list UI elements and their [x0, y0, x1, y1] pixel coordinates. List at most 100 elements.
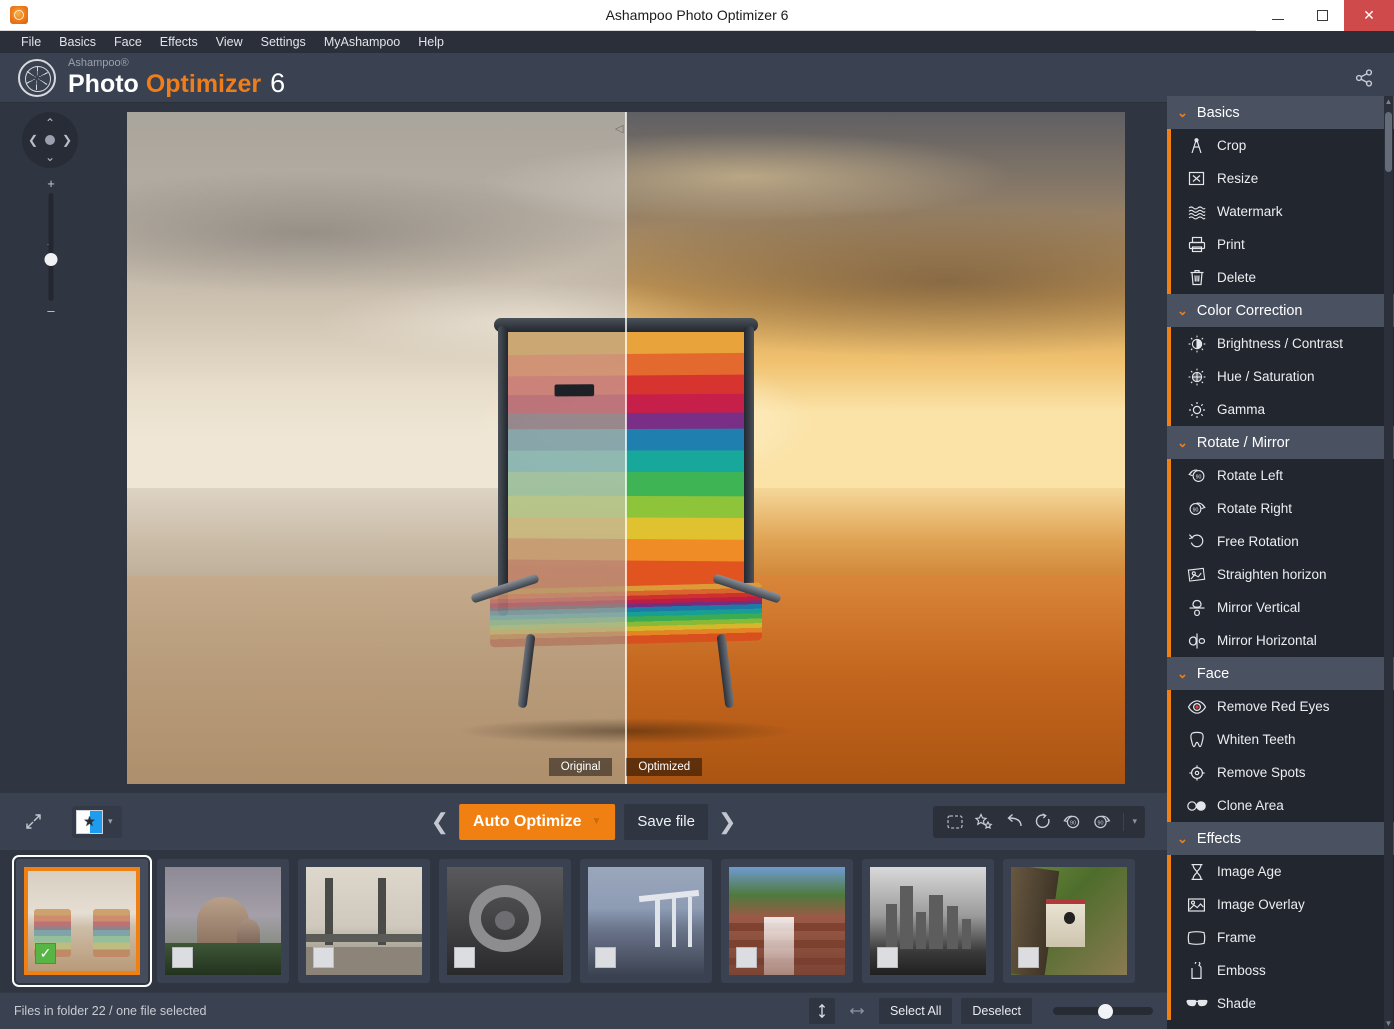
thumbnail-checkbox[interactable] [172, 947, 193, 968]
thumbnail-birdhouse-tree[interactable] [1003, 859, 1135, 983]
close-button[interactable]: ✕ [1344, 0, 1394, 31]
thumbnail-checkbox[interactable] [1018, 947, 1039, 968]
sidebar-item-mirror-horizontal[interactable]: Mirror Horizontal [1167, 624, 1394, 657]
sidebar-item-mirror-vertical[interactable]: Mirror Vertical [1167, 591, 1394, 624]
sidebar-item-free-rotation[interactable]: Free Rotation [1167, 525, 1394, 558]
sidebar-item-emboss[interactable]: Emboss [1167, 954, 1394, 987]
sidebar-item-whiten-teeth[interactable]: Whiten Teeth [1167, 723, 1394, 756]
sidebar-section-basics[interactable]: ⌄ Basics [1167, 96, 1394, 129]
zoom-slider[interactable]: + · · – [44, 177, 58, 317]
prev-image-button[interactable]: ❮ [421, 809, 459, 835]
auto-optimize-button[interactable]: Auto Optimize ▼ [459, 804, 615, 840]
share-icon[interactable] [1350, 64, 1378, 92]
menu-view[interactable]: View [207, 33, 252, 51]
sidebar-item-resize[interactable]: Resize [1167, 162, 1394, 195]
sidebar-item-remove-spots[interactable]: Remove Spots [1167, 756, 1394, 789]
thumbnail-berlin-cathedral[interactable] [157, 859, 289, 983]
sidebar-item-crop[interactable]: Crop [1167, 129, 1394, 162]
sidebar-item-gamma[interactable]: Gamma [1167, 393, 1394, 426]
deselect-button[interactable]: Deselect [961, 998, 1032, 1024]
menu-face[interactable]: Face [105, 33, 151, 51]
menu-basics[interactable]: Basics [50, 33, 105, 51]
pan-left-arrow[interactable]: ❮ [28, 134, 38, 146]
sort-vertical-icon[interactable] [809, 998, 835, 1024]
thumbnail-checkbox[interactable] [454, 947, 475, 968]
tools-sidebar[interactable]: ⌄ Basics Crop Resize [1167, 96, 1394, 1029]
next-image-button[interactable]: ❯ [708, 809, 746, 835]
sidebar-item-watermark[interactable]: Watermark [1167, 195, 1394, 228]
menu-effects[interactable]: Effects [151, 33, 207, 51]
split-handle-left-arrow[interactable]: ◁ [615, 122, 623, 135]
thumbnail-frankfurt-skyline[interactable] [862, 859, 994, 983]
chevron-down-icon[interactable]: ⌄ [1177, 436, 1188, 449]
pan-right-arrow[interactable]: ❯ [62, 134, 72, 146]
sidebar-scrollbar-thumb[interactable] [1385, 112, 1392, 172]
sidebar-item-clone-area[interactable]: Clone Area [1167, 789, 1394, 822]
maximize-button[interactable] [1300, 0, 1344, 31]
thumbnail-glienicke-bridge[interactable] [298, 859, 430, 983]
thumbnail-lake-pier[interactable] [580, 859, 712, 983]
sidebar-item-remove-red-eyes[interactable]: Remove Red Eyes [1167, 690, 1394, 723]
sort-horizontal-icon[interactable] [844, 998, 870, 1024]
photo-compare-frame[interactable]: ◁ ▷ Original Optimized [127, 112, 1125, 784]
history-tools-caret-icon[interactable]: ▾ [1123, 813, 1137, 831]
reset-circle-icon[interactable] [1034, 813, 1052, 830]
undo-arrow-icon[interactable] [1004, 813, 1024, 830]
selection-marquee-icon[interactable] [946, 814, 964, 830]
collapse-arrows-icon[interactable] [16, 805, 50, 839]
thumbnail-checkbox[interactable] [877, 947, 898, 968]
sidebar-item-image-overlay[interactable]: Image Overlay [1167, 888, 1394, 921]
thumbnail-waterfall-steps[interactable] [721, 859, 853, 983]
sidebar-item-frame[interactable]: Frame [1167, 921, 1394, 954]
menu-help[interactable]: Help [409, 33, 453, 51]
chevron-down-icon[interactable]: ⌄ [1177, 667, 1188, 680]
pan-up-arrow[interactable]: ⌃ [45, 117, 55, 129]
zoom-out-label[interactable]: – [47, 304, 54, 317]
sidebar-item-rotate-left[interactable]: 90 Rotate Left [1167, 459, 1394, 492]
select-all-button[interactable]: Select All [879, 998, 952, 1024]
thumbnail-size-slider-knob[interactable] [1098, 1004, 1113, 1019]
thumbnail-size-slider[interactable] [1053, 1007, 1153, 1015]
pan-center-dot[interactable] [45, 135, 55, 145]
sidebar-item-image-age[interactable]: Image Age [1167, 855, 1394, 888]
rotate-left-90-icon[interactable]: 90 [1062, 813, 1082, 830]
thumbnail-checkbox[interactable] [736, 947, 757, 968]
dpad-icon[interactable]: ⌃ ⌄ ❮ ❯ [22, 112, 78, 168]
thumbnail-filmstrip[interactable]: ✓ [0, 850, 1167, 992]
thumbnail-checkbox[interactable]: ✓ [35, 943, 56, 964]
thumbnail-industrial-gear[interactable] [439, 859, 571, 983]
chevron-down-icon[interactable]: ⌄ [1177, 304, 1188, 317]
menu-settings[interactable]: Settings [252, 33, 315, 51]
sidebar-item-print[interactable]: Print [1167, 228, 1394, 261]
sidebar-section-effects[interactable]: ⌄ Effects [1167, 822, 1394, 855]
split-handle-right-arrow[interactable]: ▷ [628, 122, 636, 135]
favorite-button-group[interactable]: ★ ▾ [72, 806, 122, 838]
rotate-right-90-icon[interactable]: 90 [1092, 813, 1112, 830]
sidebar-section-rotate-mirror[interactable]: ⌄ Rotate / Mirror [1167, 426, 1394, 459]
compare-split-line[interactable] [625, 112, 627, 784]
sidebar-section-face[interactable]: ⌄ Face [1167, 657, 1394, 690]
pan-down-arrow[interactable]: ⌄ [45, 151, 55, 163]
menu-file[interactable]: File [12, 33, 50, 51]
chevron-down-icon[interactable]: ⌄ [1177, 832, 1188, 845]
menu-myashampoo[interactable]: MyAshampoo [315, 33, 409, 51]
scroll-up-arrow-icon[interactable]: ▲ [1384, 97, 1393, 106]
sidebar-item-delete[interactable]: Delete [1167, 261, 1394, 294]
sidebar-item-shade[interactable]: Shade [1167, 987, 1394, 1020]
save-file-button[interactable]: Save file [624, 804, 708, 840]
sidebar-item-straighten-horizon[interactable]: Straighten horizon [1167, 558, 1394, 591]
thumbnail-checkbox[interactable] [595, 947, 616, 968]
sidebar-section-color-correction[interactable]: ⌄ Color Correction [1167, 294, 1394, 327]
star-favorite-icon[interactable]: ★ [76, 810, 103, 834]
favorite-caret-icon[interactable]: ▾ [108, 816, 113, 827]
scroll-down-arrow-icon[interactable]: ▼ [1384, 1019, 1393, 1028]
zoom-slider-knob[interactable] [45, 253, 58, 266]
sidebar-item-rotate-right[interactable]: 90 Rotate Right [1167, 492, 1394, 525]
sidebar-item-hue-saturation[interactable]: Hue / Saturation [1167, 360, 1394, 393]
auto-optimize-dropdown-caret[interactable]: ▼ [591, 816, 601, 827]
minimize-button[interactable] [1256, 0, 1300, 31]
sidebar-scrollbar[interactable]: ▲ ▼ [1384, 96, 1393, 1029]
zoom-in-label[interactable]: + [47, 177, 55, 190]
sidebar-item-brightness-contrast[interactable]: Brightness / Contrast [1167, 327, 1394, 360]
thumbnail-deck-chairs-beach[interactable]: ✓ [16, 859, 148, 983]
